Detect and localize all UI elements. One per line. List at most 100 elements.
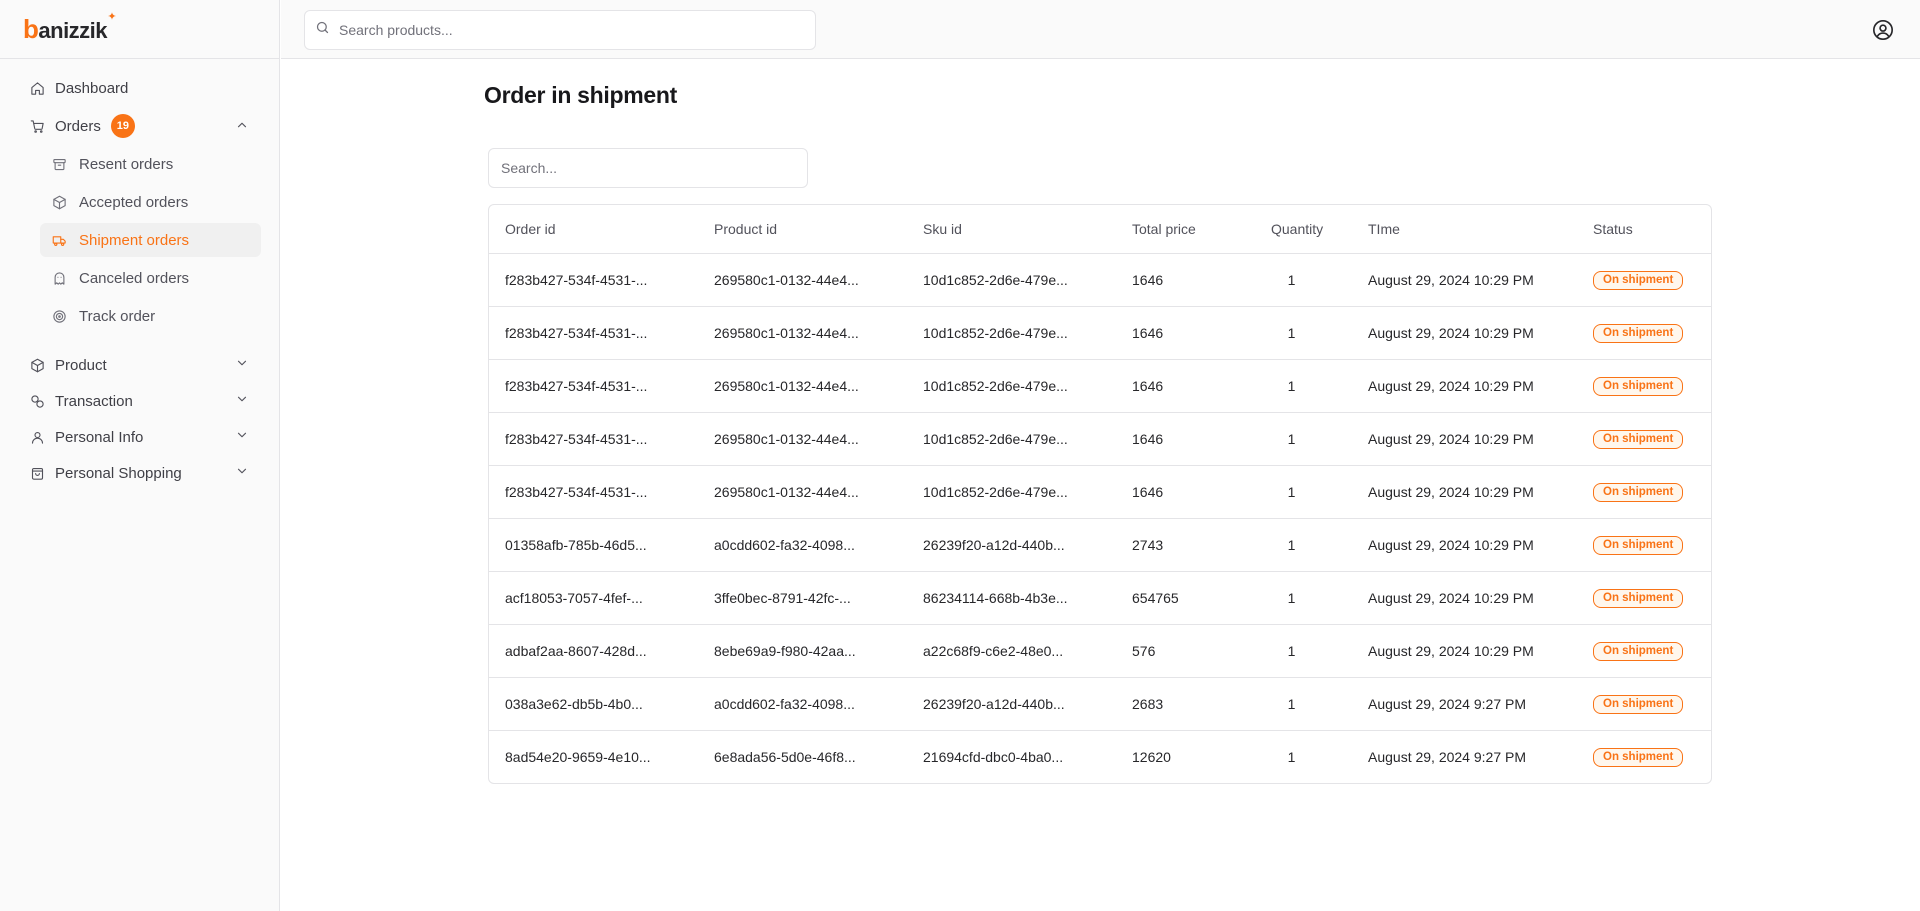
- order-id-cell: 01358afb-785b-46d5...: [489, 518, 698, 572]
- quantity-cell: 1: [1255, 253, 1352, 307]
- logo-spark-icon: ✦: [107, 10, 117, 23]
- archive-icon: [50, 155, 68, 173]
- sidebar-item-dashboard[interactable]: Dashboard: [20, 71, 261, 105]
- order-id-cell: f283b427-534f-4531-...: [489, 465, 698, 519]
- time-cell: August 29, 2024 10:29 PM: [1352, 359, 1577, 413]
- sidebar-item-label: Product: [55, 356, 107, 374]
- order-id-cell: f283b427-534f-4531-...: [489, 359, 698, 413]
- chevron-up-icon[interactable]: [235, 118, 251, 134]
- quantity-cell: 1: [1255, 465, 1352, 519]
- table-row[interactable]: acf18053-7057-4fef-... 3ffe0bec-8791-42fc…: [489, 571, 1711, 625]
- status-cell: On shipment: [1577, 359, 1711, 413]
- status-badge: On shipment: [1593, 376, 1684, 396]
- column-header-order-id[interactable]: Order id: [489, 205, 698, 254]
- column-header-sku-id[interactable]: Sku id: [907, 205, 1116, 254]
- product-id-cell: 8ebe69a9-f980-42aa...: [698, 624, 907, 678]
- status-badge: On shipment: [1593, 429, 1684, 449]
- target-icon: [50, 307, 68, 325]
- order-id-cell: 8ad54e20-9659-4e10...: [505, 748, 651, 765]
- sidebar-item-label: Resent orders: [79, 155, 174, 173]
- status-cell: On shipment: [1577, 677, 1711, 731]
- sidebar-item-personal-shopping[interactable]: Personal Shopping: [20, 455, 261, 491]
- table-row[interactable]: f283b427-534f-4531-... 269580c1-0132-44e4…: [489, 412, 1711, 466]
- sku-id-cell: 10d1c852-2d6e-479e...: [907, 253, 1116, 307]
- sidebar-item-label: Accepted orders: [79, 193, 189, 211]
- time-cell: August 29, 2024 10:29 PM: [1352, 465, 1577, 519]
- quantity-cell: 1: [1255, 624, 1352, 678]
- table-header-row: Order id Product id Sku id Total price Q…: [489, 205, 1711, 254]
- orders-count-badge: 19: [110, 114, 135, 138]
- column-header-status[interactable]: Status: [1577, 205, 1711, 254]
- time-cell: August 29, 2024 10:29 PM: [1352, 253, 1577, 307]
- sidebar-item-label: Track order: [79, 307, 156, 325]
- quantity-cell: 1: [1255, 359, 1352, 413]
- quantity-cell: 1: [1255, 518, 1352, 572]
- quantity-cell: 1: [1255, 306, 1352, 360]
- sidebar-item-canceled-orders[interactable]: Canceled orders: [40, 261, 261, 295]
- product-id-cell: 3ffe0bec-8791-42fc-...: [698, 571, 907, 625]
- sidebar-nav: Dashboard Orders 19 Resent orders Accept…: [0, 59, 279, 491]
- sidebar-item-orders[interactable]: Orders 19: [20, 109, 261, 143]
- product-id-cell: 269580c1-0132-44e4...: [698, 465, 907, 519]
- total-price-cell: 1646: [1116, 253, 1255, 307]
- logo[interactable]: banizzik ✦: [0, 0, 279, 59]
- status-badge: On shipment: [1593, 588, 1684, 608]
- user-circle-icon: [1873, 20, 1893, 40]
- table-row[interactable]: f283b427-534f-4531-... 269580c1-0132-44e4…: [489, 306, 1711, 360]
- sidebar-item-label: Shipment orders: [79, 231, 190, 249]
- product-id-cell: 269580c1-0132-44e4...: [698, 253, 907, 307]
- sidebar-item-personal-info[interactable]: Personal Info: [20, 419, 261, 455]
- chevron-down-icon[interactable]: [235, 464, 251, 480]
- status-cell: On shipment: [1577, 306, 1711, 360]
- sku-id-cell: 26239f20-a12d-440b...: [907, 677, 1116, 731]
- status-badge: On shipment: [1593, 641, 1684, 661]
- status-cell: On shipment: [1577, 412, 1711, 466]
- total-price-cell: 2683: [1116, 677, 1255, 731]
- product-id-cell: a0cdd602-fa32-4098...: [698, 518, 907, 572]
- orders-table: Order id Product id Sku id Total price Q…: [489, 205, 1711, 783]
- total-price-cell: 1646: [1116, 306, 1255, 360]
- table-row[interactable]: f283b427-534f-4531-... 269580c1-0132-44e4…: [489, 359, 1711, 413]
- chevron-down-icon[interactable]: [235, 428, 251, 444]
- total-price-cell: 576: [1116, 624, 1255, 678]
- chevron-down-icon[interactable]: [235, 356, 251, 372]
- sidebar-item-label: Dashboard: [55, 79, 129, 97]
- table-row[interactable]: f283b427-534f-4531-... 269580c1-0132-44e4…: [489, 253, 1711, 307]
- sidebar-item-transaction[interactable]: Transaction: [20, 383, 261, 419]
- column-header-total-price[interactable]: Total price: [1116, 205, 1255, 254]
- product-search: [304, 10, 816, 50]
- sidebar-item-track-order[interactable]: Track order: [40, 299, 261, 333]
- time-cell: August 29, 2024 10:29 PM: [1352, 306, 1577, 360]
- status-cell: On shipment: [1577, 253, 1711, 307]
- sku-id-cell: 26239f20-a12d-440b...: [907, 518, 1116, 572]
- sidebar-item-product[interactable]: Product: [20, 347, 261, 383]
- user-menu-button[interactable]: [1868, 15, 1898, 45]
- chevron-down-icon[interactable]: [235, 392, 251, 408]
- table-row[interactable]: adbaf2aa-8607-428d... 8ebe69a9-f980-42aa.…: [489, 624, 1711, 678]
- sidebar-item-shipment-orders[interactable]: Shipment orders: [40, 223, 261, 257]
- table-row[interactable]: 038a3e62-db5b-4b0... a0cdd602-fa32-4098..…: [489, 677, 1711, 731]
- topbar: [281, 0, 1920, 59]
- column-header-product-id[interactable]: Product id: [698, 205, 907, 254]
- table-row[interactable]: 01358afb-785b-46d5... a0cdd602-fa32-4098.…: [489, 518, 1711, 572]
- column-header-quantity[interactable]: Quantity: [1255, 205, 1352, 254]
- sidebar-item-label: Orders: [55, 117, 101, 135]
- product-search-input[interactable]: [339, 22, 779, 38]
- table-row[interactable]: f283b427-534f-4531-... 269580c1-0132-44e4…: [489, 465, 1711, 519]
- sidebar-item-accepted-orders[interactable]: Accepted orders: [40, 185, 261, 219]
- sidebar-item-resent-orders[interactable]: Resent orders: [40, 147, 261, 181]
- truck-icon: [50, 231, 68, 249]
- time-cell: August 29, 2024 9:27 PM: [1368, 748, 1526, 765]
- quantity-cell: 1: [1255, 412, 1352, 466]
- main-content: Order in shipment Order id Product id Sk…: [281, 60, 1920, 911]
- sku-id-cell: 21694cfd-dbc0-4ba0...: [923, 748, 1064, 765]
- order-id-cell: f283b427-534f-4531-...: [489, 306, 698, 360]
- sku-id-cell: a22c68f9-c6e2-48e0...: [907, 624, 1116, 678]
- shopping-bag-icon: [28, 464, 46, 482]
- column-header-time[interactable]: TIme: [1352, 205, 1577, 254]
- orders-submenu: Resent orders Accepted orders Shipment o…: [20, 147, 261, 333]
- product-id-cell: 269580c1-0132-44e4...: [698, 306, 907, 360]
- order-search-input[interactable]: [488, 148, 808, 188]
- table-row[interactable]: 8ad54e20-9659-4e10... 6e8ada56-5d0e-46f8.…: [489, 730, 1711, 783]
- status-cell: On shipment: [1577, 571, 1711, 625]
